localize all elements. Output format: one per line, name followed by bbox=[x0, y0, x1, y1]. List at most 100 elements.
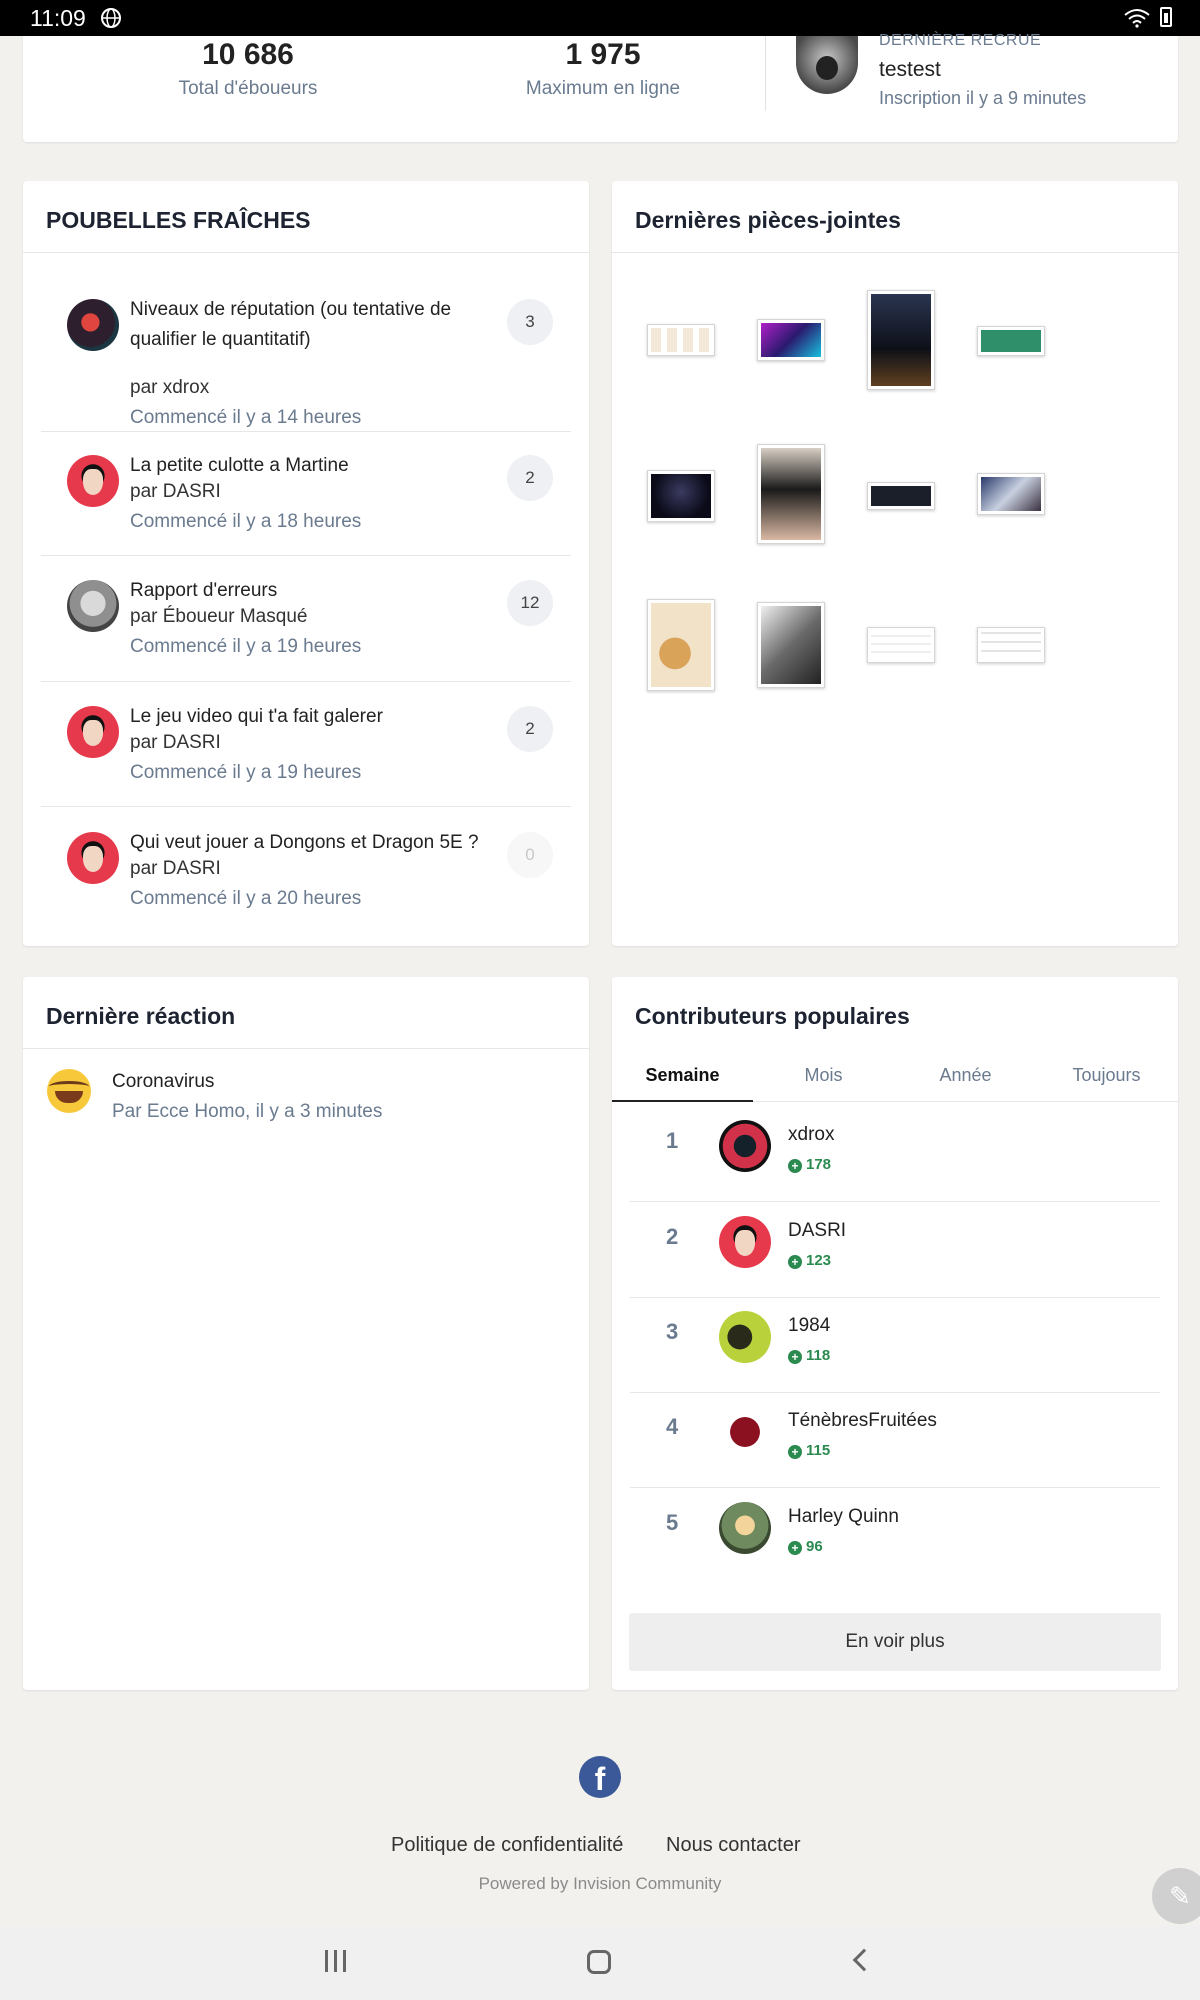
recent-apps-button[interactable] bbox=[325, 1950, 349, 1972]
contributor-name[interactable]: TénèbresFruitées bbox=[788, 1410, 937, 1432]
divider bbox=[41, 555, 571, 556]
topic-item[interactable]: Niveaux de réputation (ou tentative de q… bbox=[41, 289, 571, 433]
reaction-topic-title[interactable]: Coronavirus bbox=[112, 1071, 214, 1093]
avatar[interactable] bbox=[67, 455, 119, 507]
stat-total-label: Total d'éboueurs bbox=[178, 78, 318, 99]
avatar[interactable] bbox=[719, 1406, 771, 1458]
topic-time: Commencé il y a 19 heures bbox=[130, 636, 362, 657]
topic-title[interactable]: Rapport d'erreurs bbox=[130, 576, 490, 606]
reply-count-badge: 2 bbox=[507, 706, 553, 752]
status-bar: 11:09 bbox=[0, 0, 1200, 36]
topic-author: par DASRI bbox=[130, 858, 221, 879]
stats-divider bbox=[765, 36, 766, 111]
panel-title: POUBELLES FRAÎCHES bbox=[46, 207, 311, 233]
status-time: 11:09 bbox=[30, 5, 86, 31]
contributor-name[interactable]: xdrox bbox=[788, 1124, 834, 1146]
powered-by-text: Powered by Invision Community bbox=[478, 1874, 722, 1893]
latest-reaction-panel: Dernière réaction Coronavirus Par Ecce H… bbox=[23, 977, 589, 1690]
tab-month[interactable]: Mois bbox=[753, 1048, 894, 1102]
reputation-score: +123 bbox=[788, 1252, 831, 1269]
topic-title[interactable]: Le jeu video qui t'a fait galerer bbox=[130, 702, 490, 732]
topic-title[interactable]: Niveaux de réputation (ou tentative de q… bbox=[130, 295, 490, 355]
reply-count-badge: 12 bbox=[507, 580, 553, 626]
system-navigation-bar bbox=[0, 1926, 1200, 2000]
attachment-thumbnail[interactable] bbox=[757, 602, 825, 688]
divider bbox=[41, 681, 571, 682]
topic-time: Commencé il y a 14 heures bbox=[130, 407, 362, 428]
recruit-name[interactable]: testest bbox=[879, 58, 941, 82]
leaderboard-row[interactable]: 1 xdrox +178 bbox=[630, 1106, 1160, 1202]
laughing-emoji-icon bbox=[47, 1069, 91, 1113]
attachment-thumbnail[interactable] bbox=[977, 627, 1045, 663]
edit-icon[interactable]: ✎ bbox=[1152, 1868, 1200, 1924]
plus-circle-icon: + bbox=[788, 1350, 802, 1364]
divider bbox=[23, 252, 589, 253]
rank-number: 4 bbox=[666, 1414, 679, 1439]
back-button[interactable] bbox=[852, 1948, 876, 1972]
attachment-thumbnail[interactable] bbox=[867, 290, 935, 390]
tab-all-time[interactable]: Toujours bbox=[1036, 1048, 1177, 1102]
topic-title[interactable]: La petite culotte a Martine bbox=[130, 451, 490, 481]
avatar[interactable] bbox=[67, 706, 119, 758]
divider bbox=[41, 431, 571, 432]
topic-item[interactable]: Qui veut jouer a Dongons et Dragon 5E ? … bbox=[41, 822, 571, 932]
avatar[interactable] bbox=[67, 580, 119, 632]
stats-panel: 10 686 Total d'éboueurs 1 975 Maximum en… bbox=[23, 32, 1178, 142]
leaderboard-row[interactable]: 2 DASRI +123 bbox=[630, 1202, 1160, 1298]
divider bbox=[23, 1048, 589, 1049]
rank-number: 5 bbox=[666, 1510, 679, 1535]
contributor-name[interactable]: DASRI bbox=[788, 1220, 846, 1242]
rank-number: 2 bbox=[666, 1224, 679, 1249]
reply-count-badge: 0 bbox=[507, 832, 553, 878]
topic-item[interactable]: Le jeu video qui t'a fait galerer par DA… bbox=[41, 696, 571, 820]
attachment-thumbnail[interactable] bbox=[757, 319, 825, 361]
period-tabs: Semaine Mois Année Toujours bbox=[612, 1048, 1178, 1102]
avatar[interactable] bbox=[719, 1311, 771, 1363]
leaderboard-row[interactable]: 3 1984 +118 bbox=[630, 1297, 1160, 1393]
reaction-author: Par Ecce Homo, il y a 3 minutes bbox=[112, 1101, 383, 1122]
contact-link[interactable]: Nous contacter bbox=[666, 1834, 801, 1857]
top-contributors-panel: Contributeurs populaires Semaine Mois An… bbox=[612, 977, 1178, 1690]
globe-icon bbox=[101, 8, 121, 28]
attachment-thumbnail[interactable] bbox=[867, 482, 935, 510]
contributor-name[interactable]: Harley Quinn bbox=[788, 1506, 899, 1528]
avatar[interactable] bbox=[719, 1502, 771, 1554]
topic-item[interactable]: Rapport d'erreurs par Éboueur Masqué Com… bbox=[41, 570, 571, 694]
avatar[interactable] bbox=[67, 299, 119, 351]
stat-total-value: 10 686 bbox=[202, 38, 294, 71]
attachment-thumbnail[interactable] bbox=[647, 599, 715, 691]
stat-total-members: 10 686 Total d'éboueurs bbox=[103, 38, 393, 100]
topic-author: par xdrox bbox=[130, 377, 210, 398]
panel-title: Dernières pièces-jointes bbox=[635, 207, 901, 233]
score-value: 96 bbox=[806, 1538, 823, 1555]
attachment-thumbnail[interactable] bbox=[977, 473, 1045, 515]
home-button[interactable] bbox=[587, 1950, 611, 1974]
reputation-score: +178 bbox=[788, 1156, 831, 1173]
topic-item[interactable]: La petite culotte a Martine par DASRI Co… bbox=[41, 445, 571, 569]
attachments-panel: Dernières pièces-jointes bbox=[612, 181, 1178, 946]
contributor-name[interactable]: 1984 bbox=[788, 1315, 830, 1337]
plus-circle-icon: + bbox=[788, 1541, 802, 1555]
attachment-thumbnail[interactable] bbox=[757, 444, 825, 544]
attachment-thumbnail[interactable] bbox=[647, 470, 715, 522]
facebook-icon[interactable]: f bbox=[579, 1756, 621, 1798]
avatar[interactable] bbox=[719, 1120, 771, 1172]
privacy-policy-link[interactable]: Politique de confidentialité bbox=[391, 1834, 623, 1857]
leaderboard-row[interactable]: 5 Harley Quinn +96 bbox=[630, 1488, 1160, 1584]
topic-title[interactable]: Qui veut jouer a Dongons et Dragon 5E ? bbox=[130, 828, 490, 858]
attachment-thumbnail[interactable] bbox=[867, 627, 935, 663]
recruit-avatar[interactable] bbox=[796, 36, 858, 94]
see-more-button[interactable]: En voir plus bbox=[629, 1613, 1161, 1671]
topic-time: Commencé il y a 18 heures bbox=[130, 511, 362, 532]
attachment-thumbnail[interactable] bbox=[977, 326, 1045, 356]
fresh-topics-panel: POUBELLES FRAÎCHES Niveaux de réputation… bbox=[23, 181, 589, 946]
avatar[interactable] bbox=[719, 1216, 771, 1268]
leaderboard-row[interactable]: 4 TénèbresFruitées +115 bbox=[630, 1392, 1160, 1488]
tab-year[interactable]: Année bbox=[895, 1048, 1036, 1102]
topic-author: par DASRI bbox=[130, 481, 221, 502]
tab-week[interactable]: Semaine bbox=[612, 1048, 753, 1102]
avatar[interactable] bbox=[67, 832, 119, 884]
score-value: 118 bbox=[806, 1347, 831, 1364]
panel-title: Contributeurs populaires bbox=[635, 1003, 910, 1029]
attachment-thumbnail[interactable] bbox=[647, 324, 715, 356]
